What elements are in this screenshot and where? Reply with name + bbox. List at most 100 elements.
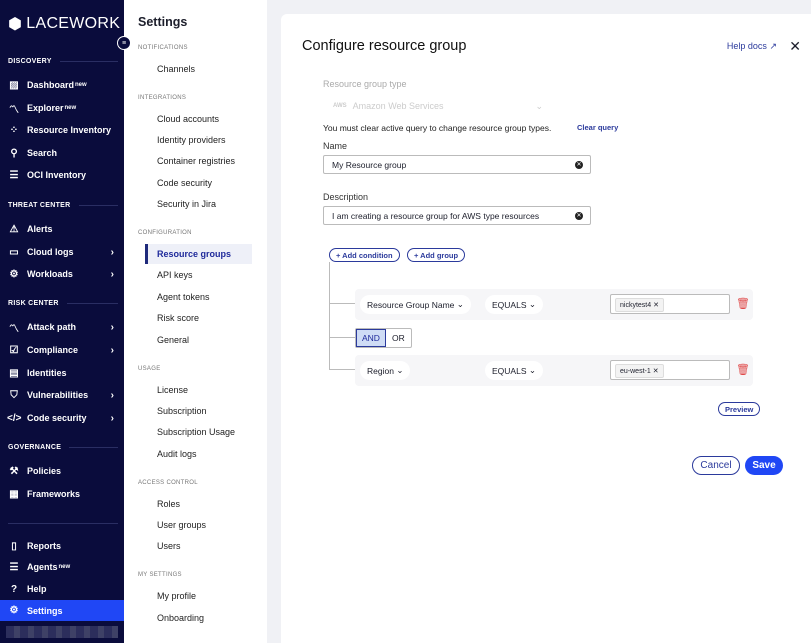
chevron-right-icon: ›	[110, 389, 114, 401]
field-select[interactable]: Resource Group Name ⌄	[360, 295, 471, 314]
value-input[interactable]: nickytest4 ✕	[610, 294, 730, 314]
external-link-icon: ↗	[769, 41, 777, 51]
nav-workloads[interactable]: ⚙ Workloads ›	[0, 264, 124, 284]
description-label: Description	[323, 192, 369, 202]
name-input[interactable]: My Resource group ✕	[323, 155, 591, 174]
clear-input-icon[interactable]: ✕	[575, 160, 583, 169]
settings-item-my-profile[interactable]: My profile	[145, 586, 252, 606]
close-icon[interactable]: ✕	[789, 38, 801, 55]
section-discovery: DISCOVERY	[8, 58, 118, 65]
book-icon: ▯	[11, 540, 17, 552]
nav-attack-path[interactable]: 〽 Attack path ›	[0, 317, 124, 337]
nav-search[interactable]: ⚲ Search	[0, 143, 124, 163]
code-icon: </>	[7, 412, 22, 424]
nav-explorer[interactable]: 〽 Explorer new	[0, 98, 124, 118]
chevron-right-icon: ›	[110, 321, 114, 333]
clear-query-link[interactable]: Clear query	[577, 123, 618, 132]
nav-policies[interactable]: ⚒ Policies	[0, 461, 124, 481]
condition-row: Region ⌄ EQUALS ⌄ eu-west-1 ✕ 🗑	[355, 355, 753, 386]
shield-icon: ⛉	[10, 389, 18, 401]
chevron-right-icon: ›	[110, 268, 114, 280]
field-select[interactable]: Region ⌄	[360, 361, 411, 380]
nav-reports[interactable]: ▯ Reports	[0, 536, 124, 556]
nav-oci-inventory[interactable]: ☰ OCI Inventory	[0, 165, 124, 185]
nav-compliance[interactable]: ☑ Compliance ›	[0, 340, 124, 360]
gear-icon: ⚙	[9, 605, 19, 616]
nav-identities[interactable]: ▤ Identities	[0, 363, 124, 383]
collapse-sidebar-button[interactable]: ≡	[117, 36, 131, 50]
settings-item-users[interactable]: Users	[145, 536, 252, 556]
trash-icon[interactable]: 🗑	[736, 297, 750, 310]
nav-agents[interactable]: ☰ Agents new	[0, 557, 124, 577]
remove-tag-icon[interactable]: ✕	[653, 302, 659, 309]
settings-section-integrations: INTEGRATIONS	[138, 95, 187, 101]
add-condition-button[interactable]: + Add condition	[329, 248, 400, 262]
sidebar: ⬢ LACEWORK DISCOVERY ▨ Dashboard new 〽 Explo…	[0, 0, 124, 643]
settings-section-configuration: CONFIGURATION	[138, 230, 192, 236]
section-governance: GOVERNANCE	[8, 444, 118, 451]
chevron-right-icon: ›	[110, 344, 114, 356]
nav-help[interactable]: ? Help	[0, 579, 124, 599]
value-input[interactable]: eu-west-1 ✕	[610, 360, 730, 380]
section-risk-center: RISK CENTER	[8, 300, 118, 307]
cancel-button[interactable]: Cancel	[692, 456, 740, 475]
nav-code-security[interactable]: </> Code security ›	[0, 408, 124, 428]
terminal-icon: ▭	[9, 246, 19, 258]
settings-item-license[interactable]: License	[145, 380, 252, 400]
settings-item-api-keys[interactable]: API keys	[145, 265, 252, 285]
settings-item-security-in-jira[interactable]: Security in Jira	[145, 194, 252, 214]
settings-item-onboarding[interactable]: Onboarding	[145, 608, 252, 628]
and-button[interactable]: AND	[356, 329, 386, 347]
help-docs-link[interactable]: Help docs ↗	[727, 41, 777, 52]
settings-item-audit-logs[interactable]: Audit logs	[145, 444, 252, 464]
chevron-down-icon: ⌄	[456, 299, 464, 309]
nav-vulnerabilities[interactable]: ⛉ Vulnerabilities ›	[0, 385, 124, 405]
help-icon: ?	[10, 583, 18, 595]
settings-item-roles[interactable]: Roles	[145, 494, 252, 514]
logic-toggle: AND OR	[355, 328, 412, 348]
settings-item-agent-tokens[interactable]: Agent tokens	[145, 287, 252, 307]
settings-item-subscription-usage[interactable]: Subscription Usage	[145, 422, 252, 442]
nav-frameworks[interactable]: ▦ Frameworks	[0, 484, 124, 504]
nav-resource-inventory[interactable]: ⁘ Resource Inventory	[0, 120, 124, 140]
layers-icon: ☰	[9, 169, 19, 181]
chevron-down-icon: ⌄	[396, 365, 404, 375]
id-card-icon: ▤	[9, 367, 19, 379]
settings-item-risk-score[interactable]: Risk score	[145, 308, 252, 328]
clear-input-icon[interactable]: ✕	[575, 211, 583, 220]
resource-group-type-label: Resource group type	[323, 79, 407, 89]
trash-icon[interactable]: 🗑	[736, 363, 750, 376]
remove-tag-icon[interactable]: ✕	[653, 368, 659, 375]
operator-select[interactable]: EQUALS ⌄	[485, 361, 543, 380]
alarm-icon: ⚠	[9, 223, 19, 235]
nav-cloud-logs[interactable]: ▭ Cloud logs ›	[0, 242, 124, 262]
or-button[interactable]: OR	[386, 329, 411, 347]
settings-section-access: ACCESS CONTROL	[138, 480, 198, 486]
settings-item-identity-providers[interactable]: Identity providers	[145, 130, 252, 150]
settings-item-subscription[interactable]: Subscription	[145, 401, 252, 421]
user-account-blurred[interactable]	[6, 626, 118, 638]
add-group-button[interactable]: + Add group	[407, 248, 466, 262]
operator-select[interactable]: EQUALS ⌄	[485, 295, 543, 314]
settings-item-container-registries[interactable]: Container registries	[145, 151, 252, 171]
settings-item-general[interactable]: General	[145, 330, 252, 350]
nav-settings[interactable]: ⚙ Settings	[0, 600, 124, 621]
preview-button[interactable]: Preview	[718, 402, 761, 416]
section-threat-center: THREAT CENTER	[8, 202, 118, 209]
tree-line	[329, 337, 355, 338]
nav-alerts[interactable]: ⚠ Alerts	[0, 219, 124, 239]
resource-group-type-select: AWS Amazon Web Services ⌄	[333, 100, 543, 112]
search-icon: ⚲	[10, 147, 18, 159]
chip-icon: ⚙	[9, 268, 19, 280]
settings-item-cloud-accounts[interactable]: Cloud accounts	[145, 109, 252, 129]
settings-item-resource-groups[interactable]: Resource groups	[145, 244, 252, 264]
settings-item-channels[interactable]: Channels	[145, 59, 252, 79]
description-input[interactable]: I am creating a resource group for AWS t…	[323, 206, 591, 225]
nav-dashboard[interactable]: ▨ Dashboard new	[0, 75, 124, 95]
settings-item-code-security[interactable]: Code security	[145, 173, 252, 193]
settings-title: Settings	[138, 15, 188, 29]
settings-section-notifications: NOTIFICATIONS	[138, 45, 188, 51]
lacework-logo[interactable]: ⬢ LACEWORK	[8, 14, 120, 34]
settings-item-user-groups[interactable]: User groups	[145, 515, 252, 535]
save-button[interactable]: Save	[745, 456, 783, 475]
